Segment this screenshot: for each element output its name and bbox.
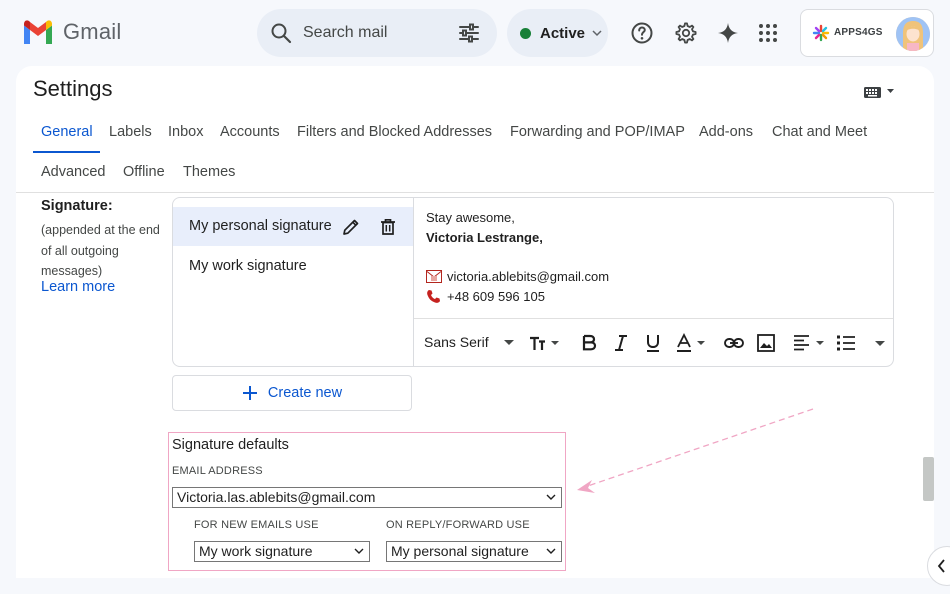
signature-email: victoria.ablebits@gmail.com	[447, 269, 610, 284]
signature-phone: +48 609 596 105	[447, 289, 545, 304]
avatar-portrait-icon	[896, 17, 930, 51]
apps4gs-logo-icon	[812, 24, 830, 42]
apps-grid-icon[interactable]	[756, 21, 780, 45]
email-address-label: EMAIL ADDRESS	[172, 465, 263, 477]
gmail-wordmark: Gmail	[63, 19, 122, 44]
font-family-label: Sans Serif	[424, 334, 489, 350]
tab-offline[interactable]: Offline	[123, 164, 165, 180]
email-address-select[interactable]: Victoria.las.ablebits@gmail.com	[172, 487, 562, 508]
top-bar: Gmail Active	[0, 0, 950, 66]
tab-inbox[interactable]: Inbox	[168, 124, 203, 140]
gmail-m-icon	[24, 20, 52, 44]
search-options-icon[interactable]	[457, 21, 481, 45]
tab-advanced[interactable]: Advanced	[41, 164, 106, 180]
chevron-down-icon	[546, 494, 556, 500]
avatar[interactable]	[896, 17, 930, 51]
tab-chat-meet[interactable]: Chat and Meet	[772, 124, 867, 140]
status-dot	[520, 27, 531, 39]
tab-general[interactable]: General	[41, 124, 93, 140]
email-address-value: Victoria.las.ablebits@gmail.com	[177, 489, 376, 505]
chevron-left-icon	[937, 559, 945, 573]
scrollbar-thumb[interactable]	[923, 457, 934, 501]
brand-name: APPS4GS	[834, 27, 883, 38]
learn-more-link[interactable]: Learn more	[41, 279, 115, 295]
plus-icon	[242, 386, 257, 400]
reply-forward-value: My personal signature	[391, 543, 529, 559]
active-tab-indicator	[33, 151, 100, 153]
defaults-title: Signature defaults	[172, 437, 289, 453]
phone-icon	[427, 290, 440, 303]
signature-editor[interactable]: Stay awesome, Victoria Lestrange, victor…	[414, 198, 893, 366]
signature-line-closing: Stay awesome,	[426, 210, 515, 225]
tab-accounts[interactable]: Accounts	[220, 124, 280, 140]
image-icon[interactable]	[755, 332, 777, 354]
signature-phone-row: +48 609 596 105	[426, 289, 545, 304]
gemini-sparkle-icon[interactable]	[716, 21, 740, 45]
reply-forward-label: ON REPLY/FORWARD USE	[386, 519, 530, 531]
trash-icon[interactable]	[378, 217, 398, 237]
signature-line-name: Victoria Lestrange,	[426, 230, 543, 245]
new-emails-select[interactable]: My work signature	[194, 541, 370, 562]
help-icon[interactable]	[630, 21, 654, 45]
new-emails-label: FOR NEW EMAILS USE	[194, 519, 319, 531]
status-label: Active	[540, 24, 586, 42]
search-input[interactable]	[301, 21, 451, 45]
reply-forward-select[interactable]: My personal signature	[386, 541, 562, 562]
signature-heading: Signature:	[41, 198, 113, 214]
envelope-icon	[426, 270, 442, 283]
tab-themes[interactable]: Themes	[183, 164, 235, 180]
status-selector[interactable]: Active	[507, 9, 608, 57]
more-formatting-icon[interactable]	[869, 332, 891, 354]
account-switcher[interactable]: APPS4GS	[800, 9, 934, 57]
edit-pencil-icon[interactable]	[341, 217, 361, 237]
chevron-down-icon	[546, 548, 556, 554]
search-bar[interactable]	[257, 9, 497, 57]
gear-icon[interactable]	[674, 21, 698, 45]
annotation-arrow	[577, 408, 814, 493]
search-icon[interactable]	[269, 21, 293, 45]
font-family-select[interactable]: Sans Serif	[424, 334, 515, 350]
signature-panel: My personal signature My work signature …	[172, 197, 894, 367]
tab-filters[interactable]: Filters and Blocked Addresses	[297, 124, 492, 140]
signature-list: My personal signature My work signature	[173, 198, 414, 366]
underline-icon[interactable]	[642, 332, 664, 354]
signature-description: (appended at the end of all outgoing mes…	[41, 223, 160, 278]
chevron-down-icon	[592, 29, 602, 36]
tabs-divider	[16, 192, 934, 193]
text-size-icon[interactable]	[527, 332, 563, 354]
tab-addons[interactable]: Add-ons	[699, 124, 753, 140]
numbered-list-icon[interactable]	[835, 332, 857, 354]
new-emails-value: My work signature	[199, 543, 313, 559]
bold-icon[interactable]	[578, 332, 600, 354]
chevron-down-icon	[354, 548, 364, 554]
signature-item-work[interactable]: My work signature	[189, 258, 307, 274]
link-icon[interactable]	[723, 332, 745, 354]
signature-item-label: My personal signature	[189, 218, 332, 234]
create-new-button[interactable]: Create new	[172, 375, 412, 411]
keyboard-input-icon[interactable]	[863, 82, 899, 102]
gmail-logo[interactable]: Gmail	[22, 19, 121, 45]
signature-item-personal[interactable]: My personal signature	[173, 207, 413, 246]
signature-email-row: victoria.ablebits@gmail.com	[426, 269, 609, 284]
chevron-down-icon	[504, 340, 515, 346]
create-new-label: Create new	[267, 385, 343, 401]
tab-forwarding[interactable]: Forwarding and POP/IMAP	[510, 124, 685, 140]
toolbar-divider	[414, 318, 893, 319]
settings-card: Settings General Labels Inbox Accounts F…	[16, 66, 934, 578]
tab-labels[interactable]: Labels	[109, 124, 152, 140]
align-icon[interactable]	[792, 332, 828, 354]
text-color-icon[interactable]	[675, 332, 709, 354]
signature-defaults-section: Signature defaults EMAIL ADDRESS Victori…	[168, 432, 566, 571]
page-title: Settings	[33, 76, 113, 101]
italic-icon[interactable]	[610, 332, 632, 354]
